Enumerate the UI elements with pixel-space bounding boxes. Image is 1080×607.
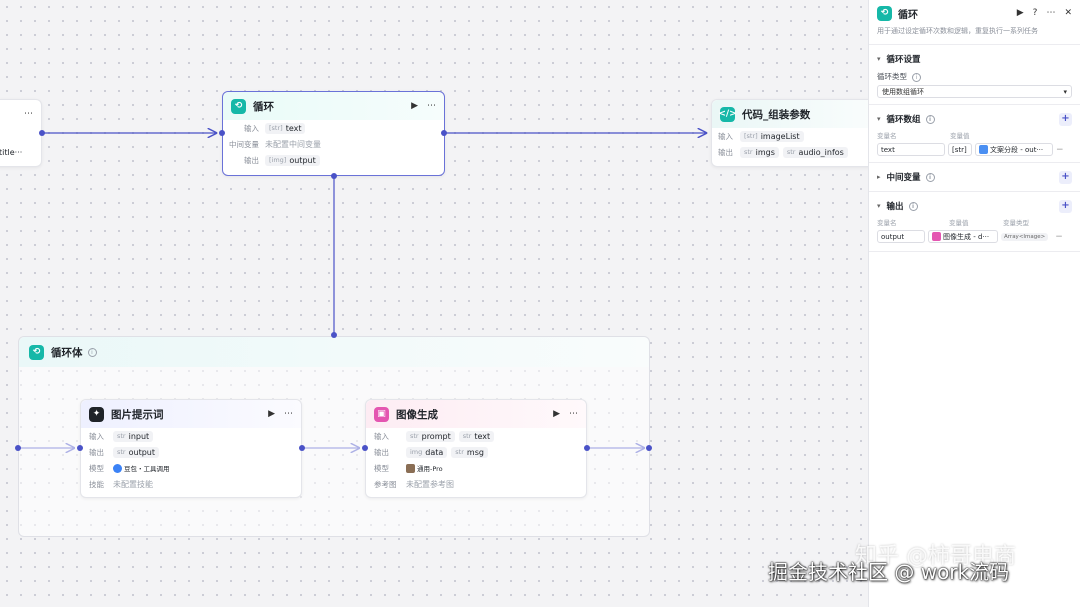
run-icon[interactable]: ▶ [411,101,418,111]
variable-type-select[interactable]: [str] [948,143,972,156]
help-icon[interactable]: ? [1033,8,1038,18]
doubao-icon [113,463,122,473]
panel-description: 用于通过设定循环次数和逻辑，重复执行一系列任务 [877,27,1038,35]
chevron-down-icon: ▾ [1063,87,1067,96]
run-icon[interactable]: ▶ [553,409,560,419]
info-icon[interactable]: i [908,201,918,211]
chevron-down-icon[interactable]: ▾ [877,55,881,63]
image-prompt-node[interactable]: ✦ 图片提示词 ▶ ⋯ 输入 str input 输出 str output 模型 … [80,399,302,498]
chevron-down-icon[interactable]: ▾ [877,202,881,210]
image-node-title: 图像生成 [396,408,438,421]
llm-icon: ✦ [89,406,104,422]
remove-icon[interactable]: − [1055,232,1063,242]
prompt-node-title: 图片提示词 [111,408,164,421]
remove-icon[interactable]: − [1056,145,1064,155]
chevron-right-icon[interactable]: ▸ [877,173,881,181]
loop-icon: ⟲ [231,98,246,114]
variable-chip: str output [113,446,159,458]
chevron-down-icon[interactable]: ▾ [877,115,881,123]
panel-title: 循环 [898,9,918,21]
image-icon [932,232,941,241]
run-icon[interactable]: ▶ [268,409,275,419]
image-generation-node[interactable]: ▣ 图像生成 ▶ ⋯ 输入 str prompt str text 输出 img da… [365,399,587,498]
loop-type-select[interactable]: 使用数组循环 ▾ [877,85,1072,98]
variable-chip: [img] output [265,154,320,166]
model-chip: 通用-Pro [406,463,443,473]
loop-output-row: 输出 [img] output [223,152,444,168]
loop-settings-section: ▾ 循环设置 循环类型 i 使用数组循环 ▾ [869,44,1080,104]
model-chip: 豆包・工具调用 [113,463,170,473]
variable-chip: [str] imageList [740,130,804,142]
port[interactable] [299,445,305,451]
workflow-canvas[interactable]: ⋯ title··· ⟲ 循环 ▶ ⋯ 输入 [str] text 中间变量 未配… [0,0,881,607]
loop-node[interactable]: ⟲ 循环 ▶ ⋯ 输入 [str] text 中间变量 未配置中间变量 输出 [i… [222,91,445,176]
info-icon[interactable]: i [912,73,921,82]
output-type-badge: Array<Image> [1001,232,1049,241]
output-ref-select[interactable]: 图像生成 - d··· [928,230,998,243]
loop-body-title: 循环体 [51,346,83,359]
loop-array-section: ▾ 循环数组 i + 变量名 变量值 text [str] 文案分段 - out··· … [869,104,1080,162]
left-node-output: title··· [0,148,23,157]
code-node-title: 代码_组装参数 [742,108,811,121]
add-button[interactable]: + [1059,199,1072,213]
port[interactable] [584,445,590,451]
output-name-input[interactable]: output [877,230,925,243]
variable-chip: [str] text [265,122,306,134]
watermark-juejin: 掘金技术社区 @ work流码 [768,560,1010,584]
add-button[interactable]: + [1059,170,1072,184]
model-avatar-icon [406,463,415,473]
info-icon[interactable]: i [925,172,935,182]
port[interactable] [362,445,368,451]
info-icon[interactable]: i [87,347,97,357]
variable-chip: str input [113,430,154,442]
info-icon[interactable]: i [925,114,935,124]
variable-chip: str msg [451,446,488,458]
variable-name-input[interactable]: text [877,143,945,156]
loop-input-row: 输入 [str] text [223,120,444,136]
add-button[interactable]: + [1059,112,1072,126]
code-node[interactable]: </> 代码_组装参数 输入 [str] imageList 输出 str imgs… [711,99,881,167]
variable-chip: str imgs [740,146,779,158]
port[interactable] [77,445,83,451]
variable-ref-select[interactable]: 文案分段 - out··· [975,143,1053,156]
left-partial-node[interactable]: ⋯ title··· [0,99,42,167]
more-icon[interactable]: ⋯ [284,409,293,419]
loop-icon: ⟲ [29,344,44,360]
more-icon[interactable]: ⋯ [1046,8,1055,18]
port[interactable] [441,130,447,136]
port[interactable] [331,332,337,338]
image-icon: ▣ [374,406,389,422]
more-icon[interactable]: ⋯ [24,109,33,119]
loop-middle-row: 中间变量 未配置中间变量 [229,139,321,149]
more-icon[interactable]: ⋯ [427,101,436,111]
variable-chip: str prompt [406,430,455,442]
middle-vars-section: ▸ 中间变量 i + [869,162,1080,191]
run-icon[interactable]: ▶ [1017,8,1024,18]
loop-settings-panel: ⟲ 循环 ▶ ? ⋯ ✕ 用于通过设定循环次数和逻辑，重复执行一系列任务 ▾ 循环… [868,0,1080,607]
port[interactable] [331,173,337,179]
variable-chip: img data [406,446,448,458]
code-icon: </> [718,106,737,122]
port[interactable] [219,130,225,136]
more-icon[interactable]: ⋯ [569,409,578,419]
variable-chip: str text [458,430,495,442]
port[interactable] [39,130,45,136]
text-split-icon [979,145,988,154]
variable-chip: str audio_infos [782,146,848,158]
output-section: ▾ 输出 i + 变量名 变量值 变量类型 output 图像生成 - d··· Arra… [869,191,1080,252]
close-icon[interactable]: ✕ [1064,8,1072,18]
loop-node-title: 循环 [253,100,274,113]
port[interactable] [15,445,21,451]
port[interactable] [646,445,652,451]
loop-icon: ⟲ [877,5,892,21]
